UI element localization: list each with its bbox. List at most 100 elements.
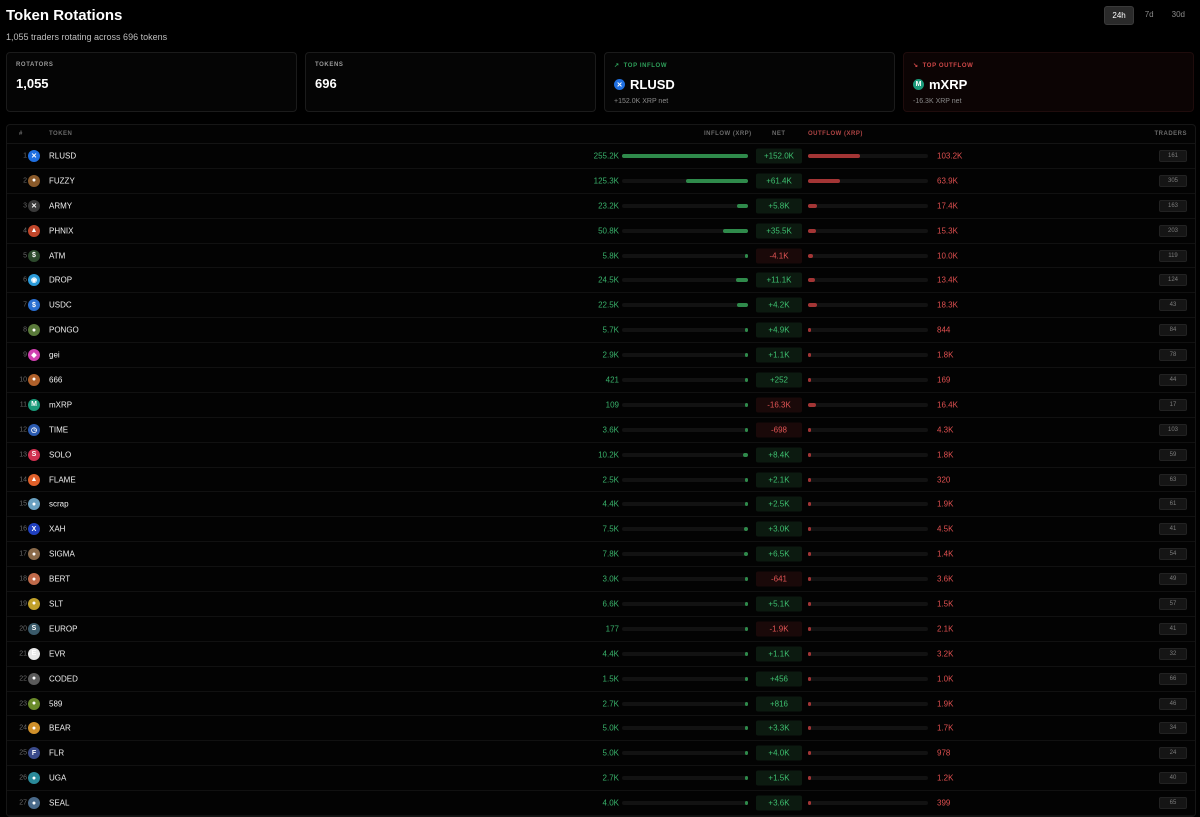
time-range-tabs: 24h 7d 30d	[1104, 6, 1192, 25]
table-row[interactable]: 14 ▲ FLAME 2.5K +2.1K 320 63	[7, 468, 1195, 493]
token-icon: $	[28, 249, 40, 262]
inflow-value: 255.2K	[593, 151, 619, 161]
token-name[interactable]: XAH	[49, 525, 65, 534]
tab-7d[interactable]: 7d	[1138, 6, 1161, 25]
token-name[interactable]: FUZZY	[49, 176, 75, 185]
table-row[interactable]: 8 ● PONGO 5.7K +4.9K 844 84	[7, 318, 1195, 344]
outflow-bar-track	[808, 253, 928, 258]
table-row[interactable]: 20 S EUROP 177 -1.9K 2.1K 41	[7, 617, 1195, 642]
outflow-value: 3.2K	[937, 649, 954, 659]
outflow-bar-track	[808, 278, 928, 283]
outflow-bar-track	[808, 502, 928, 507]
token-name[interactable]: mXRP	[49, 400, 72, 409]
token-name[interactable]: BERT	[49, 575, 70, 584]
token-icon: ◆	[28, 349, 40, 362]
token-name[interactable]: gei	[49, 351, 60, 360]
table-row[interactable]: 1 ✕ RLUSD 255.2K +152.0K 103.2K 161	[7, 144, 1195, 169]
table-row[interactable]: 24 ● BEAR 5.0K +3.3K 1.7K 34	[7, 716, 1195, 742]
table-row[interactable]: 23 ● 589 2.7K +816 1.9K 46	[7, 692, 1195, 717]
tab-24h[interactable]: 24h	[1104, 6, 1134, 25]
token-name[interactable]: TIME	[49, 425, 68, 434]
token-name[interactable]: SIGMA	[49, 550, 75, 559]
token-name[interactable]: SEAL	[49, 799, 69, 808]
token-name[interactable]: EUROP	[49, 624, 77, 633]
table-row[interactable]: 7 $ USDC 22.5K +4.2K 18.3K 43	[7, 293, 1195, 319]
token-name[interactable]: DROP	[49, 276, 72, 285]
inflow-bar	[745, 402, 748, 407]
table-row[interactable]: 15 ● scrap 4.4K +2.5K 1.9K 61	[7, 492, 1195, 518]
outflow-value: 17.4K	[937, 201, 958, 211]
token-name[interactable]: FLAME	[49, 475, 76, 484]
table-row[interactable]: 3 ✕ ARMY 23.2K +5.8K 17.4K 163	[7, 194, 1195, 219]
table-row[interactable]: 26 ● UGA 2.7K +1.5K 1.2K 40	[7, 766, 1195, 792]
table-row[interactable]: 13 S SOLO 10.2K +8.4K 1.8K 59	[7, 443, 1195, 468]
inflow-bar-track	[622, 477, 748, 482]
inflow-bar	[743, 452, 748, 457]
col-outflow[interactable]: OUTFLOW (XRP)	[808, 131, 863, 137]
token-name[interactable]: FLR	[49, 749, 64, 758]
table-row[interactable]: 19 ● SLT 6.6K +5.1K 1.5K 57	[7, 592, 1195, 617]
table-row[interactable]: 17 ● SIGMA 7.8K +6.5K 1.4K 54	[7, 542, 1195, 568]
rotators-label: ROTATORS	[16, 62, 54, 68]
token-name[interactable]: RLUSD	[49, 151, 76, 160]
token-name[interactable]: SLT	[49, 599, 63, 608]
token-icon: ●	[28, 672, 40, 685]
token-name[interactable]: CODED	[49, 674, 78, 683]
token-name[interactable]: 589	[49, 699, 62, 708]
table-row[interactable]: 11 MmXRP 109 -16.3K 16.4K 17	[7, 393, 1195, 418]
top-outflow-net: -16.3K XRP net	[913, 98, 962, 105]
row-rank: 20	[19, 625, 27, 633]
inflow-value: 23.2K	[598, 201, 619, 211]
top-outflow-card[interactable]: ↘ TOP OUTFLOW M mXRP -16.3K XRP net	[903, 52, 1194, 112]
outflow-value: 16.4K	[937, 400, 958, 410]
traders-count: 17	[1159, 398, 1187, 411]
table-row[interactable]: 18 ● BERT 3.0K -641 3.6K 49	[7, 567, 1195, 593]
outflow-value: 1.5K	[937, 599, 954, 609]
outflow-value: 10.0K	[937, 251, 958, 260]
table-row[interactable]: 22 ● CODED 1.5K +456 1.0K 66	[7, 667, 1195, 692]
table-row[interactable]: 9 ◆ gei 2.9K +1.1K 1.8K 78	[7, 343, 1195, 369]
net-badge: -1.9K	[756, 621, 802, 637]
col-inflow[interactable]: INFLOW (XRP)	[704, 131, 752, 137]
top-outflow-token: mXRP	[929, 77, 968, 92]
table-row[interactable]: 12 ◷ TIME 3.6K -698 4.3K 103	[7, 418, 1195, 443]
outflow-bar	[808, 353, 811, 358]
table-row[interactable]: 27 ● SEAL 4.0K +3.6K 399 65	[7, 791, 1195, 817]
inflow-bar	[737, 203, 748, 208]
token-name[interactable]: SOLO	[49, 450, 71, 459]
token-name[interactable]: scrap	[49, 500, 69, 509]
inflow-value: 3.6K	[602, 425, 619, 435]
net-badge: +1.1K	[756, 347, 802, 363]
table-row[interactable]: 4 ▲ PHNIX 50.8K +35.5K 15.3K 203	[7, 219, 1195, 244]
col-traders[interactable]: TRADERS	[1154, 131, 1187, 137]
traders-count: 49	[1159, 573, 1187, 586]
token-name[interactable]: EVR	[49, 649, 65, 658]
tab-30d[interactable]: 30d	[1165, 6, 1192, 25]
table-row[interactable]: 16 X XAH 7.5K +3.0K 4.5K 41	[7, 517, 1195, 543]
table-row[interactable]: 10 ● 666 421 +252 169 44	[7, 368, 1195, 393]
table-row[interactable]: 5 $ ATM 5.8K -4.1K 10.0K 119	[7, 244, 1195, 269]
inflow-bar-track	[622, 377, 748, 382]
token-name[interactable]: BEAR	[49, 724, 71, 733]
table-row[interactable]: 2 ● FUZZY 125.3K +61.4K 63.9K 305	[7, 169, 1195, 194]
table-row[interactable]: 6 ◉ DROP 24.5K +11.1K 13.4K 124	[7, 268, 1195, 294]
inflow-bar-track	[622, 751, 748, 756]
token-name[interactable]: ATM	[49, 251, 65, 260]
inflow-bar	[745, 253, 748, 258]
table-row[interactable]: 21 E EVR 4.4K +1.1K 3.2K 32	[7, 642, 1195, 667]
token-name[interactable]: PONGO	[49, 326, 79, 335]
col-net[interactable]: NET	[772, 131, 786, 137]
token-name[interactable]: 666	[49, 375, 62, 384]
table-row[interactable]: 25 F FLR 5.0K +4.0K 978 24	[7, 741, 1195, 767]
outflow-bar	[808, 153, 860, 158]
token-name[interactable]: ARMY	[49, 201, 72, 210]
token-name[interactable]: UGA	[49, 774, 66, 783]
net-badge: +3.0K	[756, 521, 802, 537]
token-name[interactable]: PHNIX	[49, 226, 73, 235]
inflow-bar-track	[622, 577, 748, 582]
token-name[interactable]: USDC	[49, 301, 72, 310]
top-inflow-card[interactable]: ↗ TOP INFLOW ✕ RLUSD +152.0K XRP net	[604, 52, 895, 112]
row-rank: 14	[19, 476, 27, 484]
outflow-value: 4.5K	[937, 524, 954, 534]
inflow-bar-track	[622, 402, 748, 407]
